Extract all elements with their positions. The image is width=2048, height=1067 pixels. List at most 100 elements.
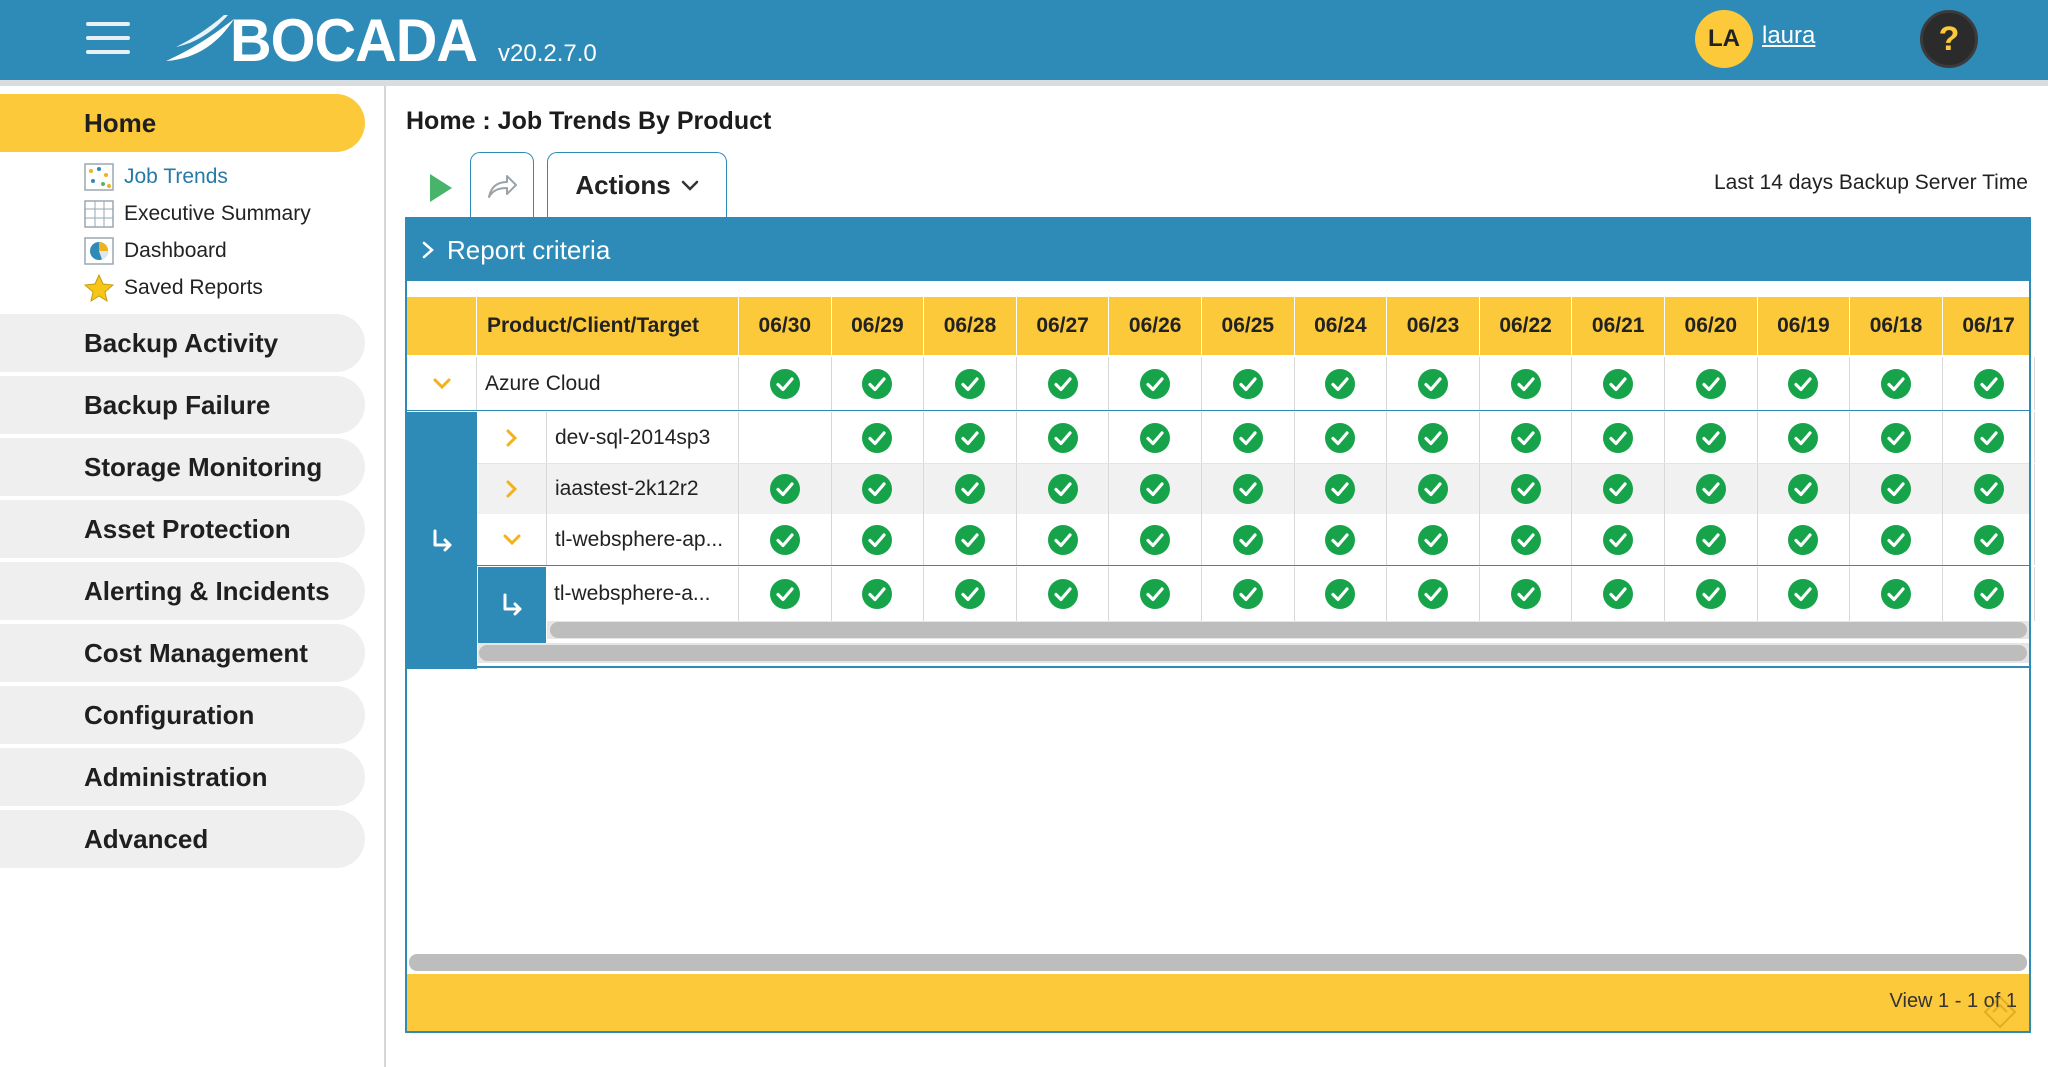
status-cell[interactable]: [1850, 412, 1943, 463]
status-cell[interactable]: [1387, 464, 1480, 514]
hamburger-menu-icon[interactable]: [86, 20, 132, 56]
subnav-job-trends[interactable]: Job Trends: [84, 160, 228, 194]
status-cell[interactable]: [1387, 514, 1480, 565]
status-cell[interactable]: [1758, 514, 1851, 565]
status-cell[interactable]: [1758, 567, 1851, 621]
sidebar-item-backup-activity[interactable]: Backup Activity: [0, 314, 365, 372]
subnav-dashboard[interactable]: Dashboard: [84, 234, 227, 268]
status-cell[interactable]: [1572, 514, 1665, 565]
status-cell[interactable]: [1017, 567, 1110, 621]
status-cell[interactable]: [1572, 357, 1665, 410]
sidebar-item-alerting-incidents[interactable]: Alerting & Incidents: [0, 562, 365, 620]
status-cell[interactable]: [1943, 412, 2036, 463]
column-header-date[interactable]: 06/27: [1017, 297, 1110, 355]
run-report-play-icon[interactable]: [420, 168, 460, 208]
status-cell[interactable]: [1202, 357, 1295, 410]
status-cell[interactable]: [1665, 514, 1758, 565]
status-cell[interactable]: [1572, 464, 1665, 514]
status-cell[interactable]: [1017, 412, 1110, 463]
username-link[interactable]: laura: [1762, 22, 1815, 50]
status-cell[interactable]: [1480, 412, 1573, 463]
status-cell[interactable]: [1295, 412, 1388, 463]
column-header-date[interactable]: 06/26: [1109, 297, 1202, 355]
status-cell[interactable]: [832, 357, 925, 410]
grid-horizontal-scrollbar[interactable]: [479, 645, 2027, 661]
avatar[interactable]: LA: [1695, 10, 1753, 68]
status-cell[interactable]: [1943, 464, 2036, 514]
status-cell[interactable]: [1943, 514, 2036, 565]
status-cell[interactable]: [924, 357, 1017, 410]
status-cell[interactable]: [739, 357, 832, 410]
status-cell[interactable]: [1295, 464, 1388, 514]
status-cell[interactable]: [1109, 514, 1202, 565]
status-cell[interactable]: [1295, 514, 1388, 565]
status-cell[interactable]: [1109, 357, 1202, 410]
column-header-date[interactable]: 06/28: [924, 297, 1017, 355]
column-header-date[interactable]: 06/23: [1387, 297, 1480, 355]
status-cell[interactable]: [1850, 567, 1943, 621]
status-cell[interactable]: [924, 412, 1017, 463]
status-cell[interactable]: [1758, 412, 1851, 463]
status-cell[interactable]: [1480, 514, 1573, 565]
status-cell[interactable]: [832, 567, 925, 621]
share-button[interactable]: [470, 152, 534, 218]
subnav-executive-summary[interactable]: Executive Summary: [84, 197, 311, 231]
sidebar-item-configuration[interactable]: Configuration: [0, 686, 365, 744]
status-cell[interactable]: [1202, 514, 1295, 565]
status-cell[interactable]: [1202, 412, 1295, 463]
column-header-date[interactable]: 06/29: [832, 297, 925, 355]
column-header-date[interactable]: 06/19: [1758, 297, 1851, 355]
status-cell[interactable]: [1480, 464, 1573, 514]
status-cell[interactable]: [1295, 357, 1388, 410]
table-row[interactable]: tl-websphere-a...: [546, 567, 2036, 621]
status-cell[interactable]: [832, 412, 925, 463]
sidebar-item-advanced[interactable]: Advanced: [0, 810, 365, 868]
status-cell[interactable]: [924, 464, 1017, 514]
status-cell[interactable]: [739, 514, 832, 565]
status-cell[interactable]: [739, 567, 832, 621]
sidebar-item-backup-failure[interactable]: Backup Failure: [0, 376, 365, 434]
sidebar-item-storage-monitoring[interactable]: Storage Monitoring: [0, 438, 365, 496]
table-row[interactable]: Azure Cloud: [407, 357, 2036, 411]
sidebar-item-asset-protection[interactable]: Asset Protection: [0, 500, 365, 558]
status-cell[interactable]: [1387, 412, 1480, 463]
status-cell[interactable]: [1943, 357, 2036, 410]
status-cell[interactable]: [1943, 567, 2036, 621]
chevron-right-icon[interactable]: [497, 474, 527, 504]
inner-horizontal-scrollbar[interactable]: [550, 622, 2027, 638]
sidebar-item-cost-management[interactable]: Cost Management: [0, 624, 365, 682]
status-cell[interactable]: [1850, 464, 1943, 514]
status-cell[interactable]: [1109, 412, 1202, 463]
column-header-date[interactable]: 06/30: [739, 297, 832, 355]
column-header-date[interactable]: 06/17: [1943, 297, 2036, 355]
status-cell[interactable]: [739, 464, 832, 514]
table-row[interactable]: dev-sql-2014sp3: [477, 412, 2036, 464]
subnav-saved-reports[interactable]: Saved Reports: [84, 271, 263, 305]
status-cell[interactable]: [1202, 567, 1295, 621]
status-cell[interactable]: [1850, 514, 1943, 565]
help-icon[interactable]: ?: [1920, 10, 1978, 68]
status-cell[interactable]: [1202, 464, 1295, 514]
status-cell[interactable]: [1665, 567, 1758, 621]
status-cell[interactable]: [1758, 464, 1851, 514]
status-cell[interactable]: [1387, 357, 1480, 410]
panel-horizontal-scrollbar[interactable]: [409, 954, 2027, 971]
column-header-date[interactable]: 06/20: [1665, 297, 1758, 355]
status-cell[interactable]: [1850, 357, 1943, 410]
status-cell[interactable]: [1295, 567, 1388, 621]
status-cell[interactable]: [1665, 464, 1758, 514]
column-header-date[interactable]: 06/18: [1850, 297, 1943, 355]
chevron-right-icon[interactable]: [497, 423, 527, 453]
status-cell[interactable]: [832, 464, 925, 514]
table-row[interactable]: tl-websphere-ap...: [477, 514, 2036, 566]
status-cell[interactable]: [1109, 567, 1202, 621]
column-header-date[interactable]: 06/25: [1202, 297, 1295, 355]
status-cell[interactable]: [1109, 464, 1202, 514]
status-cell[interactable]: [1017, 357, 1110, 410]
status-cell[interactable]: [924, 567, 1017, 621]
status-cell[interactable]: [1017, 464, 1110, 514]
status-cell[interactable]: [1665, 357, 1758, 410]
bocada-logo[interactable]: BOCADA: [162, 7, 487, 74]
status-cell[interactable]: [832, 514, 925, 565]
status-cell[interactable]: [1387, 567, 1480, 621]
